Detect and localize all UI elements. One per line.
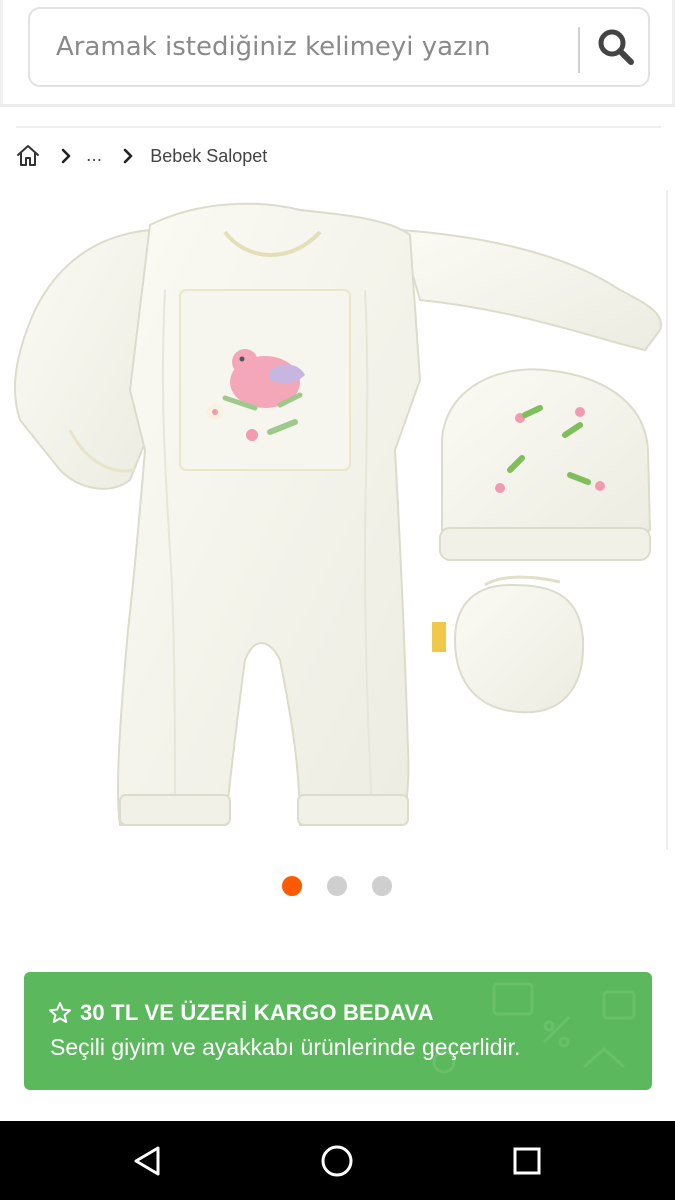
nav-recents-button[interactable] (505, 1139, 549, 1183)
carousel-dot[interactable] (372, 876, 392, 896)
search-box[interactable] (28, 7, 650, 87)
chevron-right-icon (122, 146, 136, 166)
promo-pattern (432, 982, 636, 1074)
recents-square-icon (513, 1147, 541, 1175)
nav-home-button[interactable] (315, 1139, 359, 1183)
carousel-dot[interactable] (282, 876, 302, 896)
search-input[interactable] (30, 9, 575, 85)
breadcrumb-ellipsis[interactable]: ... (86, 146, 102, 166)
shipping-promo-banner[interactable]: 30 TL VE ÜZERİ KARGO BEDAVA Seçili giyim… (24, 972, 652, 1090)
promo-title: 30 TL VE ÜZERİ KARGO BEDAVA (80, 1000, 434, 1025)
product-image[interactable] (0, 190, 675, 850)
back-triangle-icon (134, 1146, 160, 1176)
search-button[interactable] (590, 21, 642, 73)
home-circle-icon (321, 1145, 353, 1177)
product-illustration (14, 202, 662, 826)
separator (16, 126, 661, 128)
star-outline-icon (49, 1002, 71, 1023)
image-divider (666, 190, 668, 850)
promo-title-row: 30 TL VE ÜZERİ KARGO BEDAVA (48, 1000, 434, 1026)
search-icon (598, 29, 634, 65)
header-shadow (0, 104, 675, 107)
promo-subtitle: Seçili giyim ve ayakkabı ürünlerinde geç… (50, 1034, 521, 1060)
home-icon (17, 145, 39, 166)
header-edge (0, 0, 3, 106)
chevron-right-icon (60, 146, 74, 166)
nav-back-button[interactable] (126, 1139, 170, 1183)
breadcrumb-current: Bebek Salopet (150, 145, 268, 166)
system-nav-bar (0, 1121, 675, 1200)
header (0, 0, 675, 107)
search-divider (578, 27, 580, 73)
breadcrumb-home[interactable] (16, 144, 40, 168)
carousel-dots (282, 876, 392, 896)
breadcrumb: ... Bebek Salopet (16, 140, 267, 172)
carousel-dot[interactable] (327, 876, 347, 896)
